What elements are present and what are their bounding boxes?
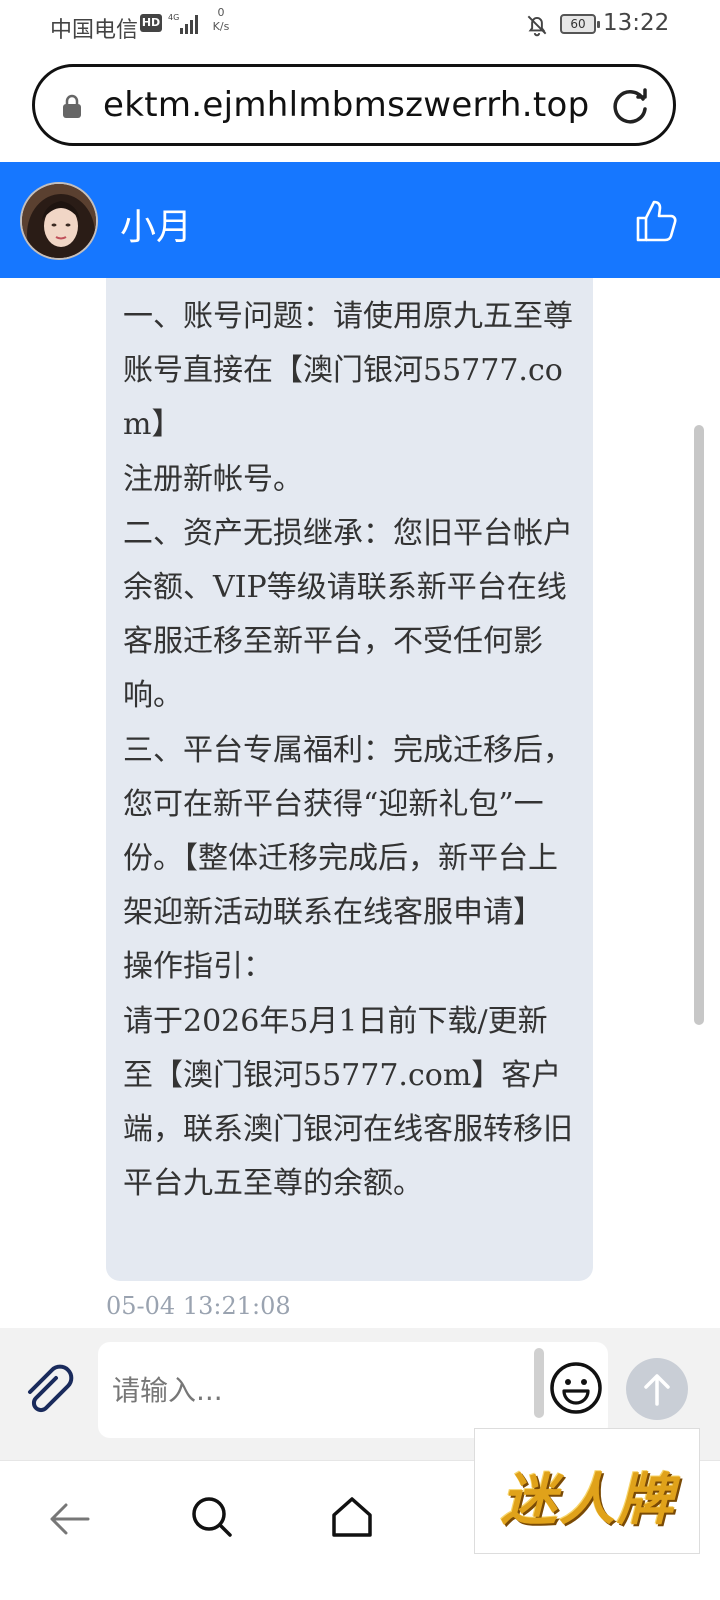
message-input[interactable] bbox=[98, 1342, 608, 1438]
send-button[interactable] bbox=[626, 1358, 688, 1420]
carrier-label: 中国电信 bbox=[50, 18, 139, 43]
arrow-up-icon bbox=[644, 1374, 670, 1406]
contact-name: 小月 bbox=[120, 207, 193, 248]
back-arrow-icon[interactable] bbox=[48, 1497, 92, 1541]
bell-muted-icon bbox=[527, 15, 547, 37]
hd-badge: HD bbox=[140, 14, 162, 32]
message-bubble: 一、账号问题：请使用原九五至尊账号直接在【澳门银河55777.com】 注册新帐… bbox=[106, 278, 593, 1281]
url-text[interactable]: ektm.ejmhlmbmszwerrh.top bbox=[103, 85, 590, 125]
avatar-image bbox=[22, 184, 96, 258]
watermark-logo: 迷人牌 bbox=[474, 1428, 700, 1554]
svg-text:4G: 4G bbox=[168, 13, 179, 22]
clock: 13:22 bbox=[603, 10, 670, 36]
paperclip-icon[interactable] bbox=[22, 1364, 76, 1418]
search-icon[interactable] bbox=[190, 1495, 234, 1539]
address-bar[interactable]: ektm.ejmhlmbmszwerrh.top bbox=[32, 64, 676, 146]
input-scrollbar[interactable] bbox=[534, 1348, 544, 1418]
chat-header: 小月 bbox=[0, 162, 720, 278]
network-speed: 0 K/s bbox=[206, 6, 236, 34]
battery-indicator: 60 bbox=[560, 14, 600, 34]
speed-value: 0 bbox=[217, 6, 225, 19]
reload-icon[interactable] bbox=[609, 85, 651, 127]
avatar[interactable] bbox=[20, 182, 98, 260]
speed-unit: K/s bbox=[212, 20, 230, 33]
scrollbar[interactable] bbox=[694, 425, 704, 1025]
emoji-icon[interactable] bbox=[548, 1360, 604, 1416]
message-text: 一、账号问题：请使用原九五至尊账号直接在【澳门银河55777.com】 注册新帐… bbox=[123, 299, 573, 1202]
watermark-text: 迷人牌 bbox=[501, 1467, 675, 1533]
message-timestamp: 05-04 13:21:08 bbox=[106, 1292, 291, 1320]
status-bar: 中国电信 HD 4G 0 K/s 60 13:22 bbox=[0, 0, 720, 52]
lock-icon bbox=[63, 94, 81, 118]
home-icon[interactable] bbox=[328, 1493, 376, 1541]
thumbs-up-icon[interactable] bbox=[634, 196, 678, 244]
signal-icon: 4G bbox=[168, 13, 198, 34]
message-list[interactable]: 一、账号问题：请使用原九五至尊账号直接在【澳门银河55777.com】 注册新帐… bbox=[0, 278, 720, 1328]
